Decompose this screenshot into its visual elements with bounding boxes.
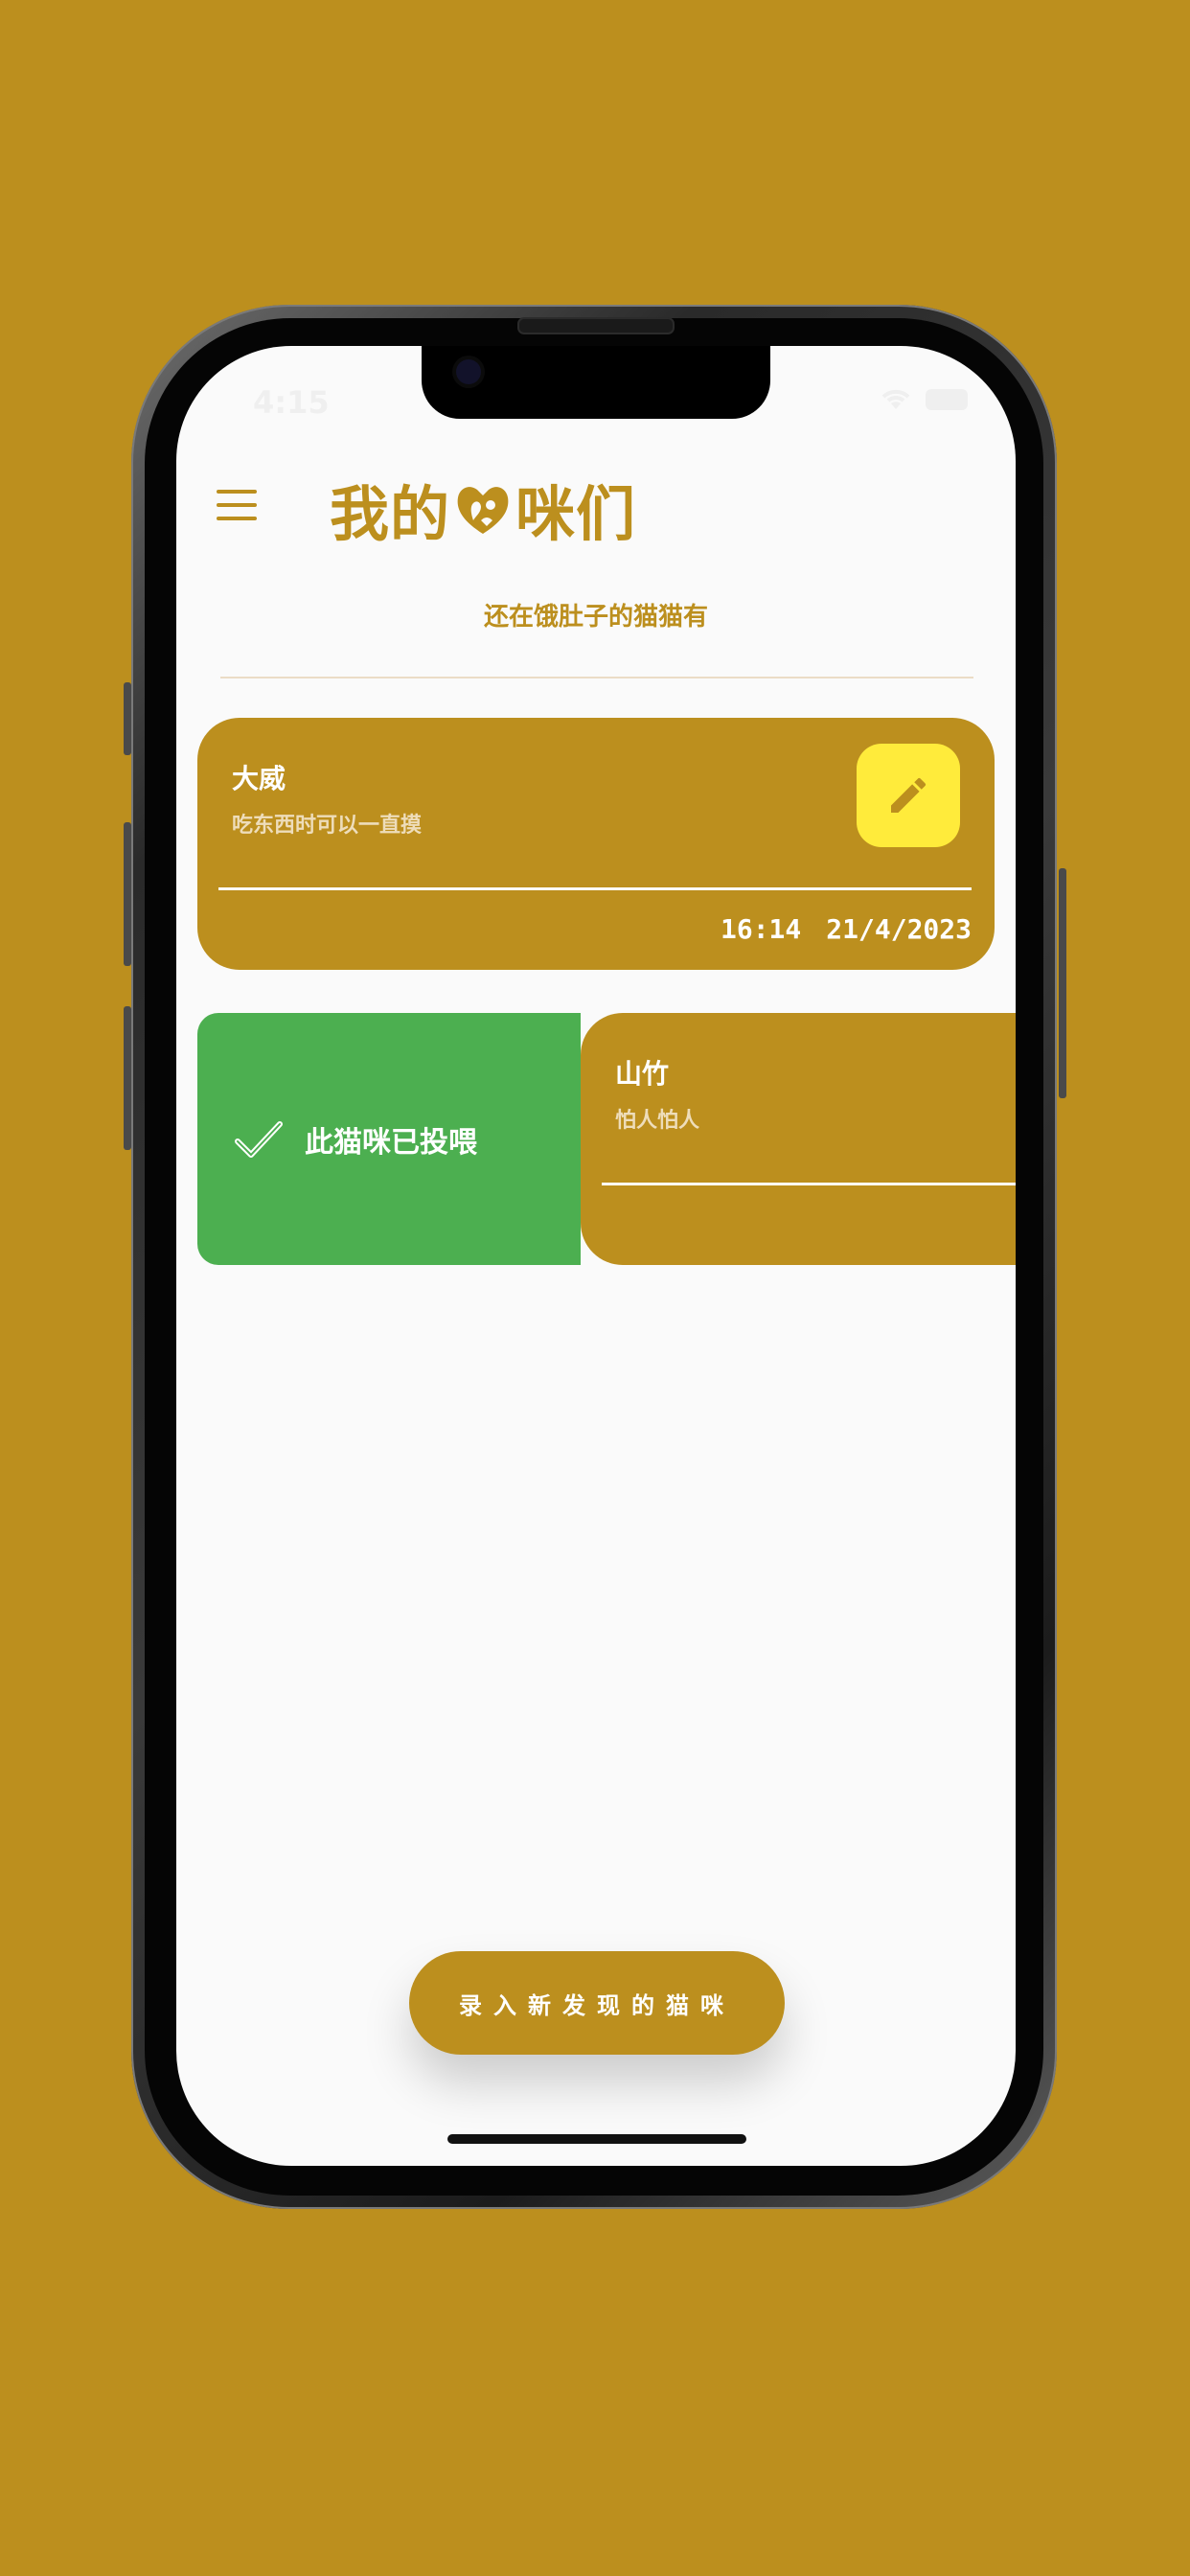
mark-fed-label: 此猫咪已投喂 <box>305 1125 477 1160</box>
battery-icon <box>926 389 968 410</box>
edit-button[interactable] <box>857 744 960 847</box>
power-button <box>1059 868 1066 1098</box>
feed-timestamp: 16:14 21/4/2023 <box>721 913 972 945</box>
header-divider <box>220 677 973 678</box>
mute-switch <box>124 682 131 755</box>
menu-button[interactable] <box>217 490 257 520</box>
stage-background: 4:15 我的 咪们 还在饿肚子的猫猫有 大威 吃东西时可以一直摸 16:14 … <box>0 0 1190 2576</box>
checkmark-icon <box>235 1120 283 1158</box>
card-divider <box>602 1183 1016 1185</box>
menu-icon-bar <box>217 490 257 494</box>
page-subtitle: 还在饿肚子的猫猫有 <box>483 603 708 632</box>
add-cat-button[interactable]: 录入新发现的猫咪 <box>409 1951 785 2055</box>
home-indicator <box>447 2134 746 2144</box>
feed-time: 16:14 <box>720 913 802 945</box>
app-title: 我的 咪们 <box>330 466 636 552</box>
wifi-icon <box>881 389 910 409</box>
cat-name: 山竹 <box>615 1058 670 1090</box>
feed-date: 21/4/2023 <box>826 913 972 945</box>
volume-down-button <box>124 1006 131 1150</box>
cat-card[interactable]: 山竹 怕人怕人 <box>581 1013 1016 1265</box>
notch <box>422 346 770 419</box>
cat-name: 大威 <box>232 763 286 794</box>
app-title-part2: 咪们 <box>515 479 637 549</box>
menu-icon-bar <box>217 517 257 520</box>
cat-note: 怕人怕人 <box>615 1109 700 1133</box>
cat-note: 吃东西时可以一直摸 <box>232 814 423 838</box>
front-camera <box>456 359 481 384</box>
status-icons <box>880 388 968 411</box>
cat-heart-icon <box>457 487 509 534</box>
card-divider <box>218 887 972 890</box>
mark-fed-action[interactable]: 此猫咪已投喂 <box>197 1013 581 1265</box>
app-screen: 4:15 我的 咪们 还在饿肚子的猫猫有 大威 吃东西时可以一直摸 16:14 … <box>176 346 1016 2166</box>
app-title-part1: 我的 <box>330 479 451 549</box>
pencil-icon <box>891 777 927 813</box>
speaker-grille <box>517 317 675 334</box>
menu-icon-bar <box>217 503 257 507</box>
volume-up-button <box>124 822 131 966</box>
status-time: 4:15 <box>253 384 330 421</box>
cat-card[interactable]: 大威 吃东西时可以一直摸 16:14 21/4/2023 <box>197 718 995 970</box>
